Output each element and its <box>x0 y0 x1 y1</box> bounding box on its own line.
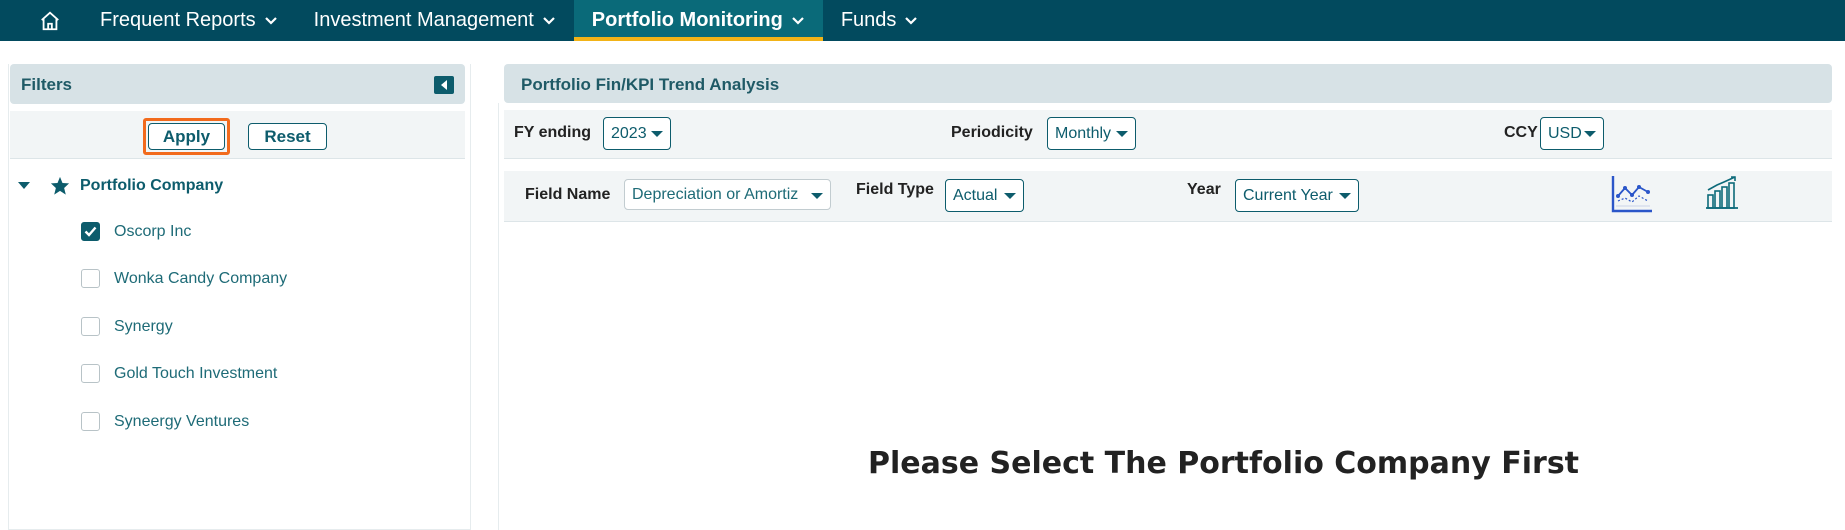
nav-funds[interactable]: Funds <box>823 0 937 41</box>
dropdown-caret-icon <box>811 193 823 199</box>
nav-label: Portfolio Monitoring <box>591 9 783 31</box>
checkbox[interactable] <box>81 364 100 383</box>
checkbox[interactable] <box>81 412 100 431</box>
main-title: Portfolio Fin/KPI Trend Analysis <box>521 75 780 94</box>
empty-state-message: Please Select The Portfolio Company Firs… <box>868 446 1580 481</box>
bar-chart-icon[interactable] <box>1704 175 1740 211</box>
filter-actions: Apply Reset <box>10 111 465 159</box>
select-value: USD <box>1548 124 1582 142</box>
dropdown-caret-icon <box>1584 131 1596 137</box>
company-item[interactable]: Gold Touch Investment <box>81 364 277 383</box>
field-name-select[interactable]: Depreciation or Amortiz <box>624 179 831 210</box>
field-type-select[interactable]: Actual <box>945 179 1024 212</box>
chevron-down-icon <box>542 16 555 25</box>
filters-header: Filters <box>10 64 465 104</box>
portfolio-company-node[interactable]: Portfolio Company <box>18 176 223 195</box>
nav-frequent-reports[interactable]: Frequent Reports <box>100 0 296 41</box>
fy-ending-select[interactable]: 2023 <box>603 117 671 150</box>
nav-label: Investment Management <box>313 9 534 31</box>
chevron-down-icon <box>264 16 277 25</box>
checkmark-icon <box>84 226 97 237</box>
chevron-down-icon <box>905 16 918 25</box>
company-item[interactable]: Synergy <box>81 317 173 336</box>
expand-caret-icon[interactable] <box>18 182 30 189</box>
line-chart-icon[interactable] <box>1610 174 1654 214</box>
company-name: Synergy <box>114 317 173 335</box>
dropdown-caret-icon <box>1339 193 1351 199</box>
fy-ending-label: FY ending <box>514 124 592 141</box>
year-label: Year <box>1187 181 1221 198</box>
home-icon <box>41 11 59 30</box>
select-value: Actual <box>953 186 998 204</box>
chevron-down-icon <box>792 16 804 25</box>
collapse-filters-button[interactable] <box>434 76 454 94</box>
caret-left-icon <box>441 80 447 90</box>
company-name: Syneergy Ventures <box>114 412 250 430</box>
filters-title: Filters <box>21 75 73 94</box>
top-navigation: Frequent Reports Investment Management P… <box>0 0 1845 41</box>
nav-portfolio-monitoring[interactable]: Portfolio Monitoring <box>573 0 823 41</box>
main-header: Portfolio Fin/KPI Trend Analysis <box>504 64 1832 103</box>
select-value: Monthly <box>1055 124 1112 142</box>
dropdown-caret-icon <box>1004 193 1016 199</box>
field-row: Field Name Depreciation or Amortiz Field… <box>504 171 1832 222</box>
apply-button[interactable]: Apply <box>148 123 225 150</box>
checkbox[interactable] <box>81 269 100 288</box>
periodicity-label: Periodicity <box>951 124 1033 141</box>
year-select[interactable]: Current Year <box>1235 179 1359 212</box>
ccy-select[interactable]: USD <box>1540 117 1604 150</box>
star-icon <box>50 176 70 195</box>
checkbox[interactable] <box>81 317 100 336</box>
field-type-label: Field Type <box>856 181 934 198</box>
nav-investment-management[interactable]: Investment Management <box>296 0 574 41</box>
tree-label: Portfolio Company <box>80 176 224 194</box>
dropdown-caret-icon <box>651 131 663 137</box>
settings-row: FY ending 2023 Periodicity Monthly CCY U… <box>504 110 1832 159</box>
home-button[interactable] <box>0 0 100 41</box>
company-item[interactable]: Wonka Candy Company <box>81 269 287 288</box>
select-value: Current Year <box>1243 186 1333 204</box>
company-name: Gold Touch Investment <box>114 364 278 382</box>
apply-focus-ring: Apply <box>143 118 230 155</box>
select-value: 2023 <box>611 124 647 142</box>
nav-label: Funds <box>840 9 897 31</box>
checkbox-checked[interactable] <box>81 222 100 241</box>
reset-button[interactable]: Reset <box>248 123 327 150</box>
field-name-label: Field Name <box>525 186 611 203</box>
periodicity-select[interactable]: Monthly <box>1047 117 1136 150</box>
company-item[interactable]: Syneergy Ventures <box>81 412 249 431</box>
company-item[interactable]: Oscorp Inc <box>81 222 191 241</box>
dropdown-caret-icon <box>1116 131 1128 137</box>
nav-label: Frequent Reports <box>100 9 256 31</box>
company-name: Wonka Candy Company <box>114 269 288 287</box>
company-name: Oscorp Inc <box>114 222 192 240</box>
ccy-label: CCY <box>1504 124 1538 141</box>
select-value: Depreciation or Amortiz <box>632 185 799 203</box>
